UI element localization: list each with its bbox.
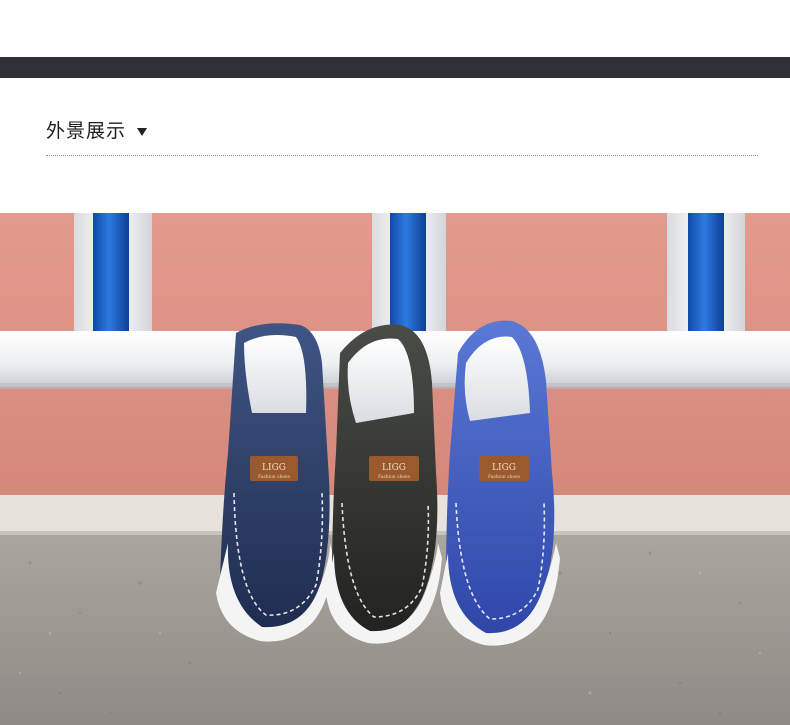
shoe1-label-brand: LIGG xyxy=(262,463,286,473)
outdoor-product-photo: LIGG Fashion shoes LIGG Fashion shoes LI… xyxy=(0,213,790,725)
shoe3-label-brand: LIGG xyxy=(492,463,516,473)
triangle-down-icon[interactable] xyxy=(137,127,148,136)
shoe3-label-sub: Fashion shoes xyxy=(488,474,521,480)
top-bar xyxy=(0,57,790,78)
dotted-divider xyxy=(46,155,758,156)
section-header[interactable]: 外景展示 xyxy=(46,112,148,146)
shoe2-label-sub: Fashion shoes xyxy=(378,474,411,480)
shoe2-label-brand: LIGG xyxy=(382,463,406,473)
shoe1-label-sub: Fashion shoes xyxy=(258,474,291,480)
section-title: 外景展示 xyxy=(46,119,127,142)
